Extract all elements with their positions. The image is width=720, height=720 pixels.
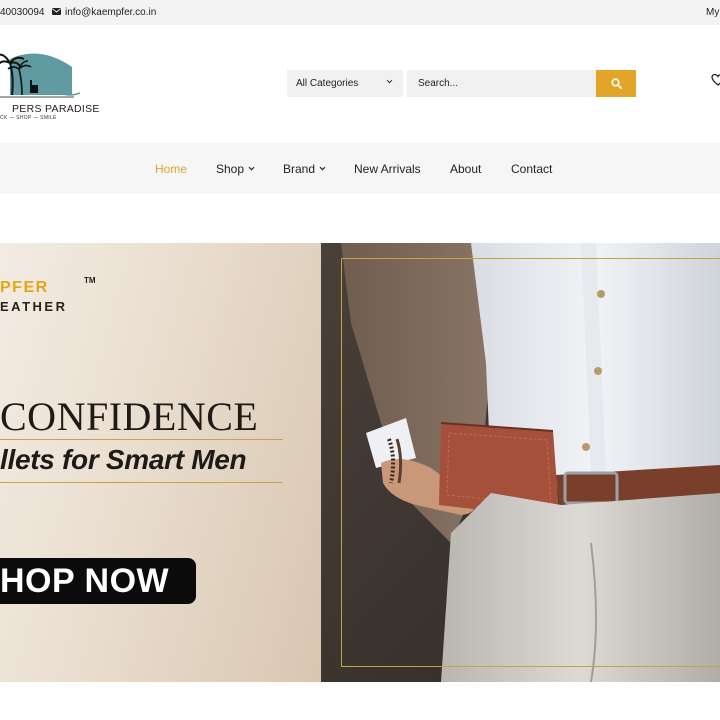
nav-item-home[interactable]: Home	[155, 162, 187, 176]
header: PERS PARADISE CK — SHOP — SMILE All Cate…	[0, 25, 720, 143]
nav-item-brand-label: Brand	[283, 162, 316, 176]
hero-banner[interactable]: PFER TM EATHER CONFIDENCE llets for Smar…	[0, 243, 720, 682]
category-select[interactable]: All Categories	[287, 70, 405, 97]
nav-item-shop[interactable]: Shop	[216, 162, 255, 176]
search-input[interactable]	[407, 70, 596, 97]
envelope-icon	[52, 8, 61, 15]
logo-tagline: CK — SHOP — SMILE	[0, 115, 57, 121]
main-navigation: Home Shop Brand New Arrivals About Conta…	[0, 143, 720, 194]
hero-image	[321, 243, 720, 682]
brand-logo-top: PFER	[0, 279, 49, 296]
page-bottom-spacer	[0, 682, 720, 720]
category-select-value: All Categories	[296, 78, 359, 89]
nav-item-contact[interactable]: Contact	[511, 162, 552, 176]
heart-icon[interactable]	[711, 73, 720, 87]
nav-item-brand[interactable]: Brand	[283, 162, 326, 176]
search-bar: All Categories	[287, 70, 636, 97]
search-button[interactable]	[596, 70, 636, 97]
chevron-down-icon	[386, 79, 393, 84]
chevron-down-icon	[319, 166, 326, 171]
nav-item-new-arrivals[interactable]: New Arrivals	[354, 162, 421, 176]
hero-text-panel: PFER TM EATHER CONFIDENCE llets for Smar…	[0, 243, 321, 682]
nav-item-shop-label: Shop	[216, 162, 245, 176]
shop-now-button[interactable]: HOP NOW	[0, 558, 196, 604]
top-bar: 40030094 info@kaempfer.co.in My	[0, 0, 720, 25]
hero-subtitle: llets for Smart Men	[0, 444, 247, 475]
search-icon	[610, 78, 622, 89]
phone-number[interactable]: 40030094	[0, 7, 45, 18]
brand-logo-bottom: EATHER	[0, 299, 68, 314]
my-account-link[interactable]: My	[706, 7, 719, 18]
hero-title: CONFIDENCE	[0, 394, 259, 439]
chevron-down-icon	[248, 166, 255, 171]
brand-trademark: TM	[84, 276, 96, 285]
hero-gold-frame	[341, 258, 720, 667]
nav-item-about[interactable]: About	[450, 162, 481, 176]
logo-name: PERS PARADISE	[12, 103, 100, 115]
gold-divider	[0, 482, 283, 483]
email-link[interactable]: info@kaempfer.co.in	[65, 7, 156, 18]
